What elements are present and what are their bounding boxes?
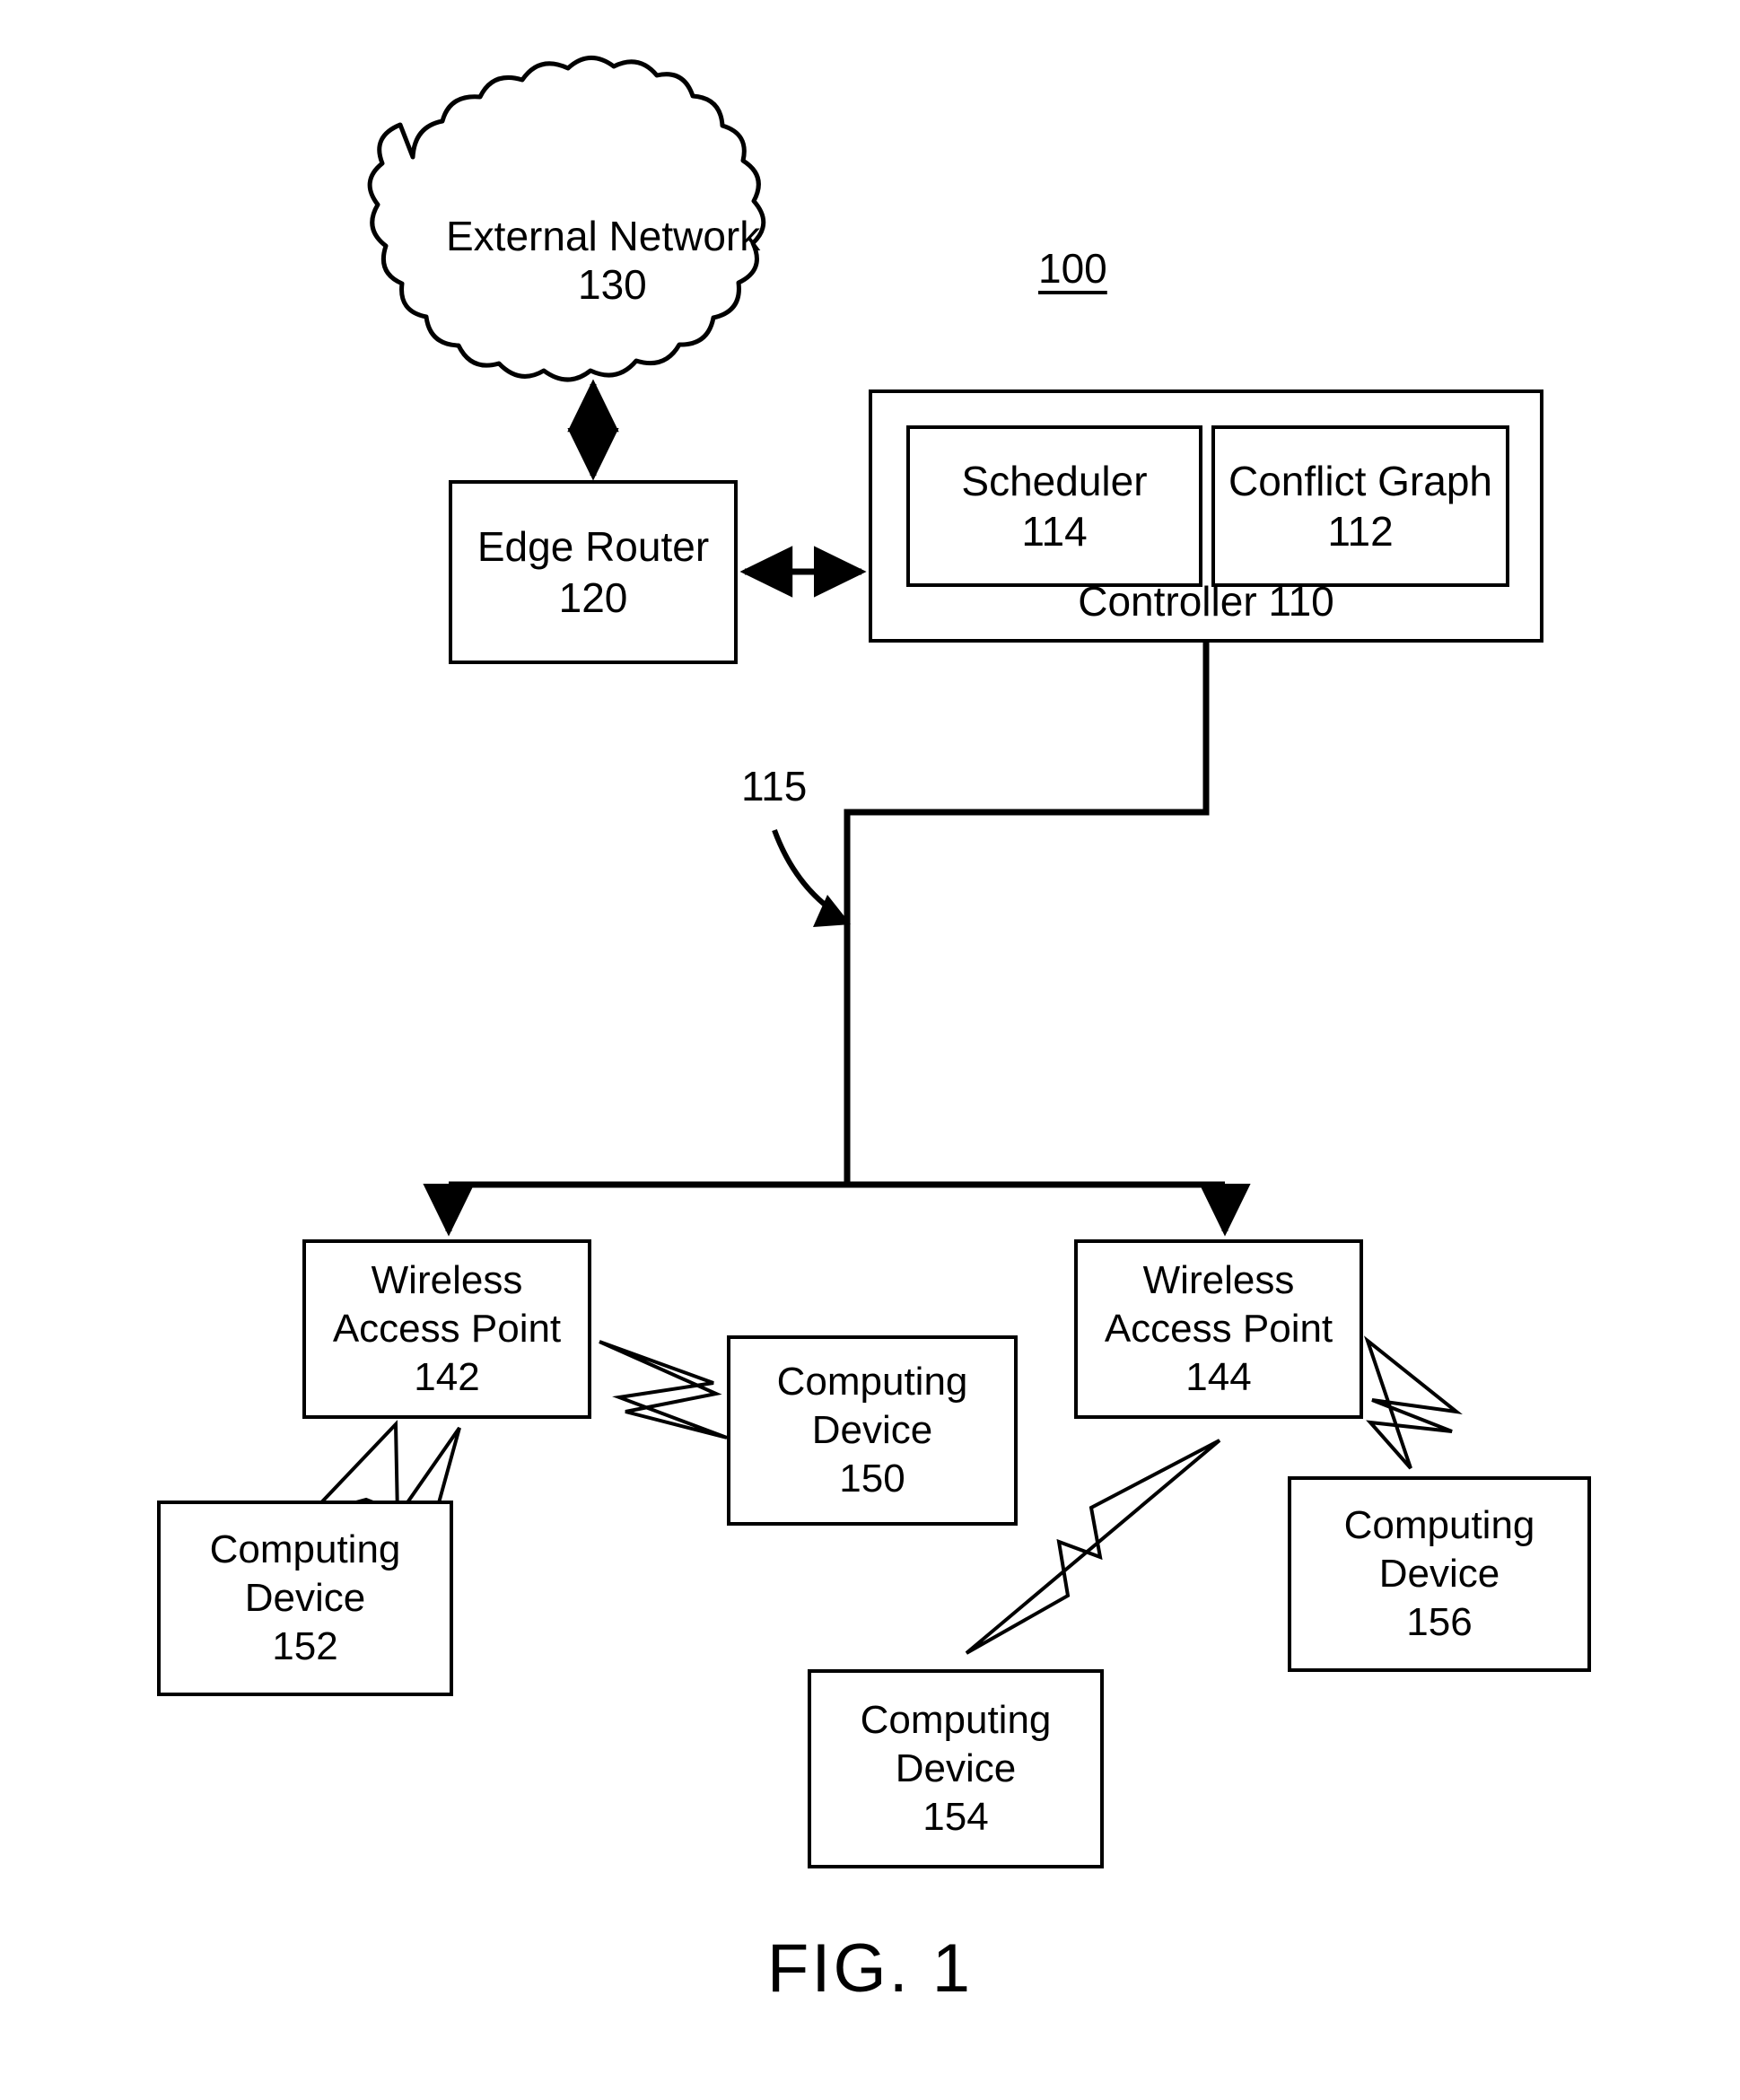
cd156-line2: Device bbox=[1378, 1552, 1500, 1597]
wap142-line1: Wireless bbox=[371, 1258, 523, 1303]
scheduler-box: Scheduler 114 bbox=[906, 425, 1202, 587]
scheduler-reference-number: 114 bbox=[1021, 508, 1088, 555]
edge-router-box: Edge Router 120 bbox=[449, 480, 738, 664]
cd150-line1: Computing bbox=[776, 1360, 968, 1404]
conflict-graph-reference-number: 112 bbox=[1327, 508, 1394, 555]
computing-device-152-box: Computing Device 152 bbox=[157, 1501, 453, 1696]
computing-device-154-box: Computing Device 154 bbox=[808, 1669, 1104, 1868]
wireless-link-142-150 bbox=[599, 1340, 728, 1439]
computing-device-156-box: Computing Device 156 bbox=[1288, 1476, 1591, 1672]
wireless-access-point-144-box: Wireless Access Point 144 bbox=[1074, 1239, 1363, 1419]
wap144-line2: Access Point bbox=[1104, 1307, 1333, 1352]
bus-reference-number: 115 bbox=[741, 763, 808, 809]
computing-device-150-box: Computing Device 150 bbox=[727, 1335, 1018, 1526]
system-reference-number: 100 bbox=[1038, 245, 1107, 292]
wap142-reference-number: 142 bbox=[414, 1354, 480, 1399]
cd156-line1: Computing bbox=[1343, 1503, 1535, 1548]
leader-arrow-115 bbox=[772, 828, 851, 927]
cd154-line1: Computing bbox=[860, 1698, 1052, 1743]
cd154-line2: Device bbox=[895, 1746, 1017, 1791]
wap144-reference-number: 144 bbox=[1185, 1354, 1252, 1399]
cd150-reference-number: 150 bbox=[839, 1456, 905, 1501]
wap144-line1: Wireless bbox=[1142, 1258, 1295, 1303]
scheduler-title: Scheduler bbox=[961, 457, 1148, 504]
figure-caption: FIG. 1 bbox=[766, 1930, 974, 2007]
wireless-access-point-142-box: Wireless Access Point 142 bbox=[302, 1239, 591, 1419]
cd150-line2: Device bbox=[811, 1408, 933, 1453]
edge-router-title: Edge Router bbox=[477, 523, 710, 571]
conflict-graph-title: Conflict Graph bbox=[1228, 457, 1492, 504]
cd152-line2: Device bbox=[244, 1576, 366, 1621]
edge-router-reference-number: 120 bbox=[558, 573, 628, 621]
link-controller-bus-115 bbox=[423, 643, 1251, 1237]
wap142-line2: Access Point bbox=[332, 1307, 562, 1352]
cd152-reference-number: 152 bbox=[272, 1623, 338, 1668]
cd152-line1: Computing bbox=[209, 1527, 401, 1572]
cd156-reference-number: 156 bbox=[1406, 1599, 1473, 1644]
conflict-graph-box: Conflict Graph 112 bbox=[1211, 425, 1509, 587]
cd154-reference-number: 154 bbox=[922, 1794, 989, 1839]
patent-figure-page: External Network 130 100 Controller 110 … bbox=[0, 0, 1740, 2100]
cloud-reference-number: 130 bbox=[578, 261, 647, 308]
wireless-link-144-156 bbox=[1363, 1335, 1463, 1470]
cloud-title: External Network bbox=[446, 213, 761, 259]
